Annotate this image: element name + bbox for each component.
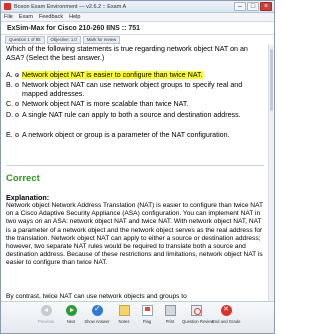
option-text: Network object NAT can use network objec…: [22, 81, 243, 98]
option-letter: D.: [6, 111, 14, 119]
radio-selected-icon[interactable]: [15, 73, 19, 77]
next-icon: [65, 305, 77, 316]
exam-header: ExSim-Max for Cisco 210-260 IINS :: 751: [1, 22, 274, 35]
end-and-grade-icon: [220, 305, 232, 316]
question-review-button[interactable]: Question Review: [182, 305, 214, 324]
objective-tab: Objective: 1.0: [46, 36, 81, 44]
previous-button[interactable]: Previous: [32, 305, 60, 324]
option-text: A single NAT rule can apply to both a so…: [22, 111, 241, 119]
mark-for-review-tab[interactable]: Mark for review: [82, 36, 121, 44]
radio-icon[interactable]: [15, 133, 19, 137]
question-counter-tab: Question 1 of 85: [5, 36, 45, 44]
previous-icon: [40, 305, 52, 316]
show-answer-button[interactable]: Show Answer: [83, 304, 111, 324]
bottom-toolbar: Previous Next Show Answer Notes Flag Pri…: [1, 301, 274, 333]
option-letter: C.: [6, 100, 14, 108]
next-label: Next: [66, 319, 76, 324]
exam-window: Boson Exam Environment — v2.6.2 :: Exam …: [0, 0, 275, 334]
title-bar: Boson Exam Environment — v2.6.2 :: Exam …: [1, 1, 274, 13]
explanation-heading: Explanation:: [6, 193, 50, 202]
minimize-button[interactable]: –: [234, 2, 246, 11]
menu-file[interactable]: File: [4, 14, 13, 20]
divider: [6, 165, 264, 166]
end-and-grade-label: End and Grade: [212, 319, 241, 324]
option-text: Network object NAT is easier to configur…: [22, 71, 203, 79]
question-text: Which of the following statements is tru…: [6, 45, 248, 62]
result-label: Correct: [6, 173, 40, 184]
notes-icon: [118, 305, 130, 316]
question-review-label: Question Review: [182, 319, 214, 324]
print-button[interactable]: Print: [156, 305, 184, 324]
scrollbar-thumb[interactable]: [270, 49, 273, 111]
option-letter: A.: [6, 71, 13, 79]
close-button[interactable]: ×: [260, 2, 272, 11]
window-controls: – □ ×: [234, 2, 272, 11]
question-content: Which of the following statements is tru…: [1, 45, 274, 301]
menu-exam[interactable]: Exam: [19, 14, 33, 20]
vertical-scrollbar[interactable]: [268, 45, 274, 301]
app-icon: [4, 3, 11, 10]
show-answer-icon: [91, 304, 103, 316]
explanation-body: Network object Network Address Translati…: [6, 202, 263, 267]
previous-label: Previous: [37, 319, 55, 324]
option-text: A network object or group is a parameter…: [22, 131, 230, 139]
maximize-button[interactable]: □: [247, 2, 259, 11]
explanation-continued: By contrast, twice NAT can use network o…: [6, 293, 187, 300]
window-title: Boson Exam Environment — v2.6.2 :: Exam …: [14, 3, 127, 10]
print-icon: [164, 305, 176, 316]
radio-icon[interactable]: [15, 113, 19, 117]
option-letter: E.: [6, 131, 13, 139]
menu-help[interactable]: Help: [69, 14, 80, 20]
exam-title: ExSim-Max for Cisco 210-260 IINS :: 751: [7, 24, 141, 32]
end-and-grade-button[interactable]: End and Grade: [212, 305, 240, 324]
next-button[interactable]: Next: [57, 305, 85, 324]
option-letter: B.: [6, 81, 13, 89]
flag-icon: [141, 305, 153, 316]
menu-feedback[interactable]: Feedback: [39, 14, 63, 20]
question-info-tabs: Question 1 of 85 Objective: 1.0 Mark for…: [5, 36, 121, 44]
print-label: Print: [165, 319, 175, 324]
show-answer-label: Show Answer: [84, 319, 110, 324]
radio-icon[interactable]: [15, 83, 19, 87]
question-review-icon: [190, 305, 202, 316]
menu-bar: File Exam Feedback Help: [1, 13, 274, 22]
option-text: Network object NAT is more scalable than…: [22, 100, 189, 108]
radio-icon[interactable]: [15, 102, 19, 106]
